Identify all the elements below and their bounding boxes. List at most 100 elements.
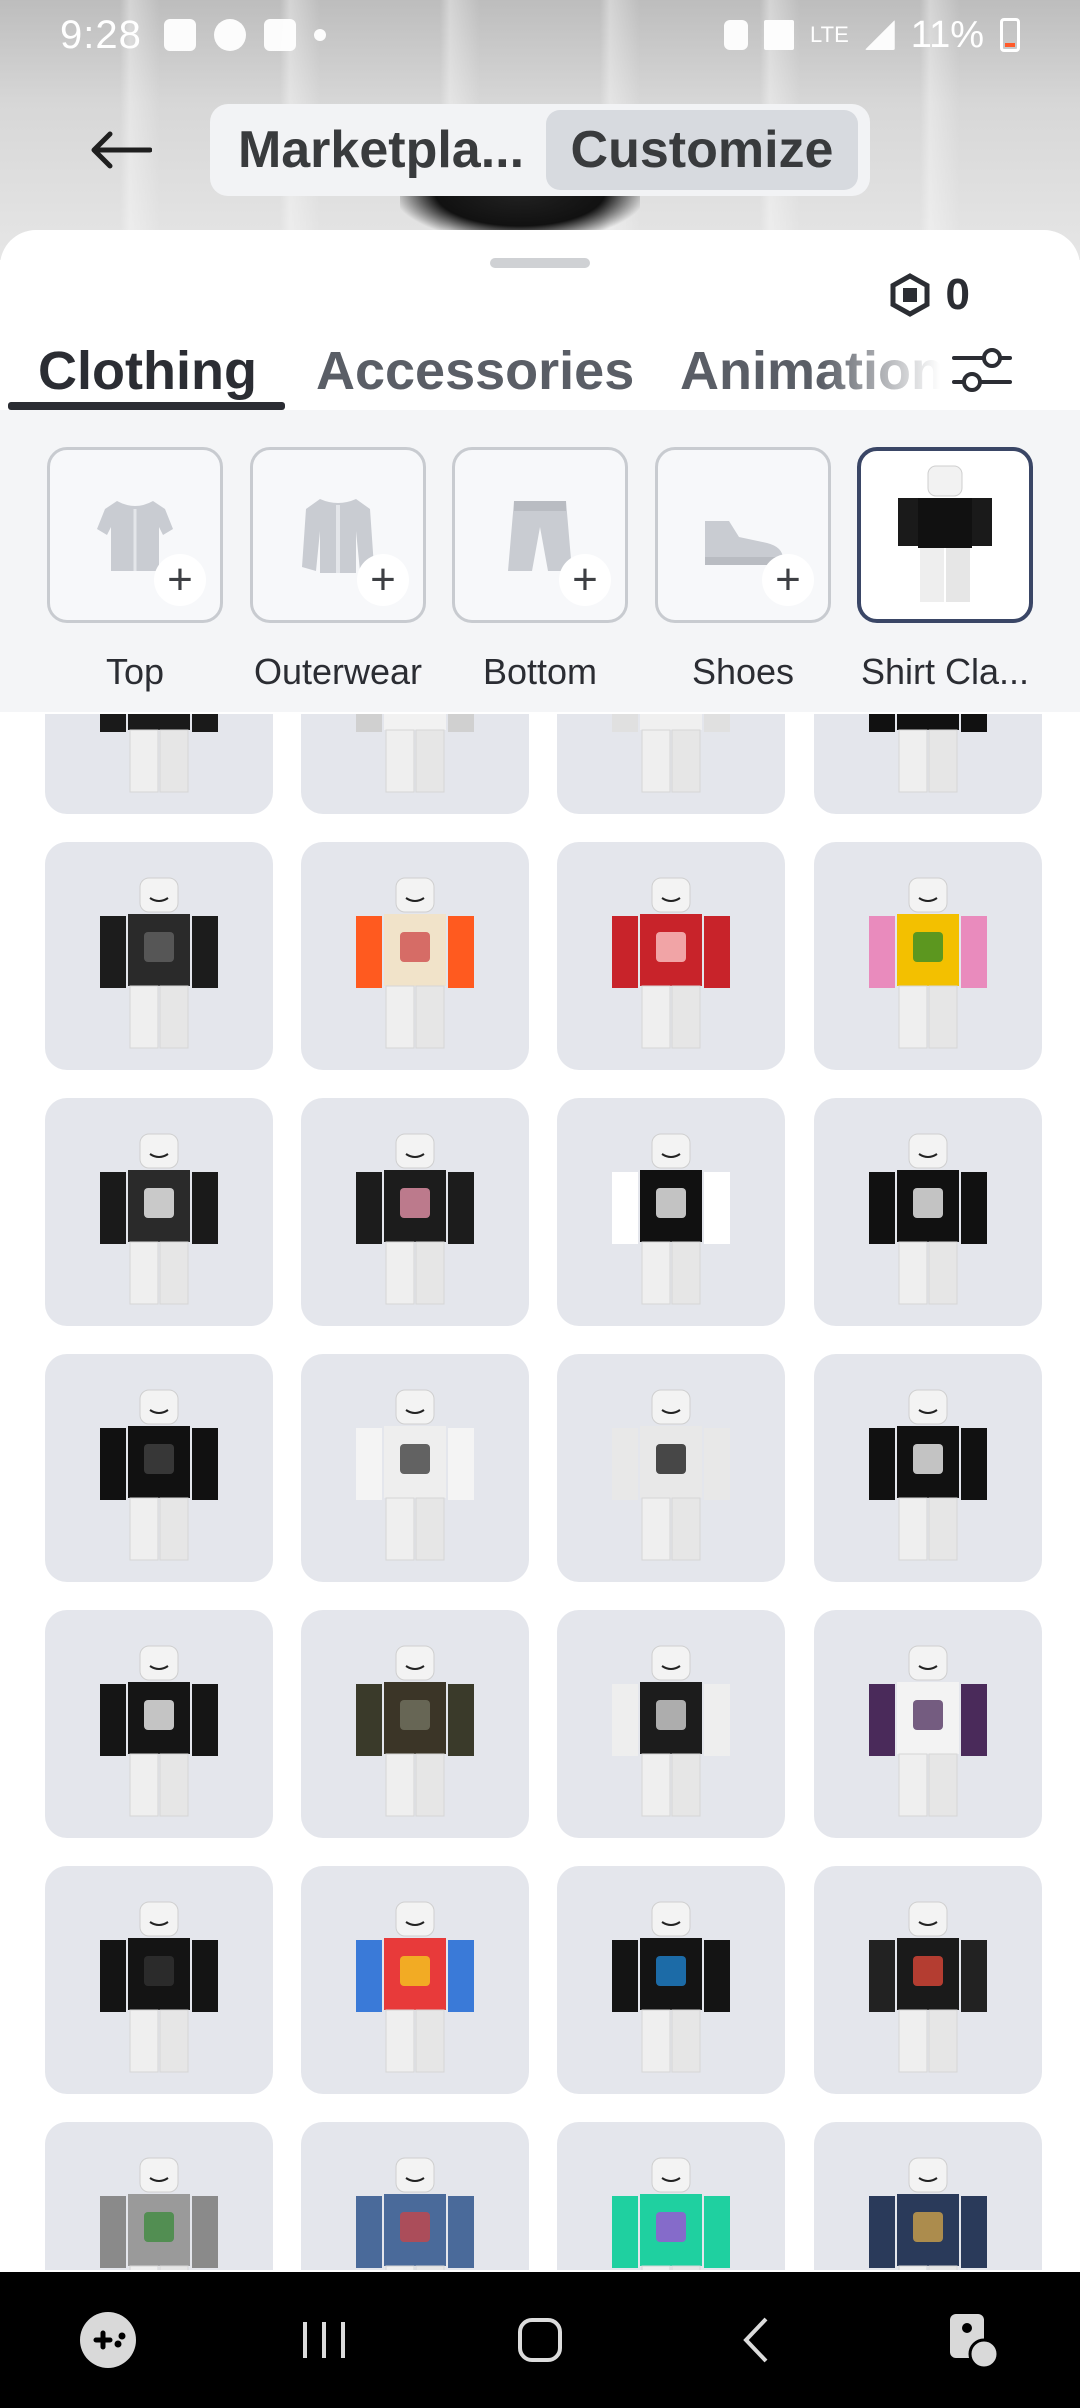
subcategory-label: Shoes: [691, 651, 795, 692]
avatar-preview: [612, 1645, 730, 1817]
avatar-preview: [356, 714, 474, 793]
subcategory-bottom[interactable]: + Bottom: [452, 447, 628, 693]
subcategory-outerwear-box: +: [250, 447, 426, 623]
gamepad-button[interactable]: [48, 2290, 168, 2390]
status-time: 9:28: [60, 12, 142, 57]
avatar-preview: [612, 1389, 730, 1561]
subcategory-shirt-classic-box: [857, 447, 1033, 623]
subcategory-shoes-box: +: [655, 447, 831, 623]
clothing-item-tile[interactable]: [814, 1610, 1042, 1838]
back-nav-button[interactable]: [696, 2290, 816, 2390]
filter-button[interactable]: [940, 334, 1024, 406]
clothing-item-tile[interactable]: [814, 1354, 1042, 1582]
recent-apps-button[interactable]: [264, 2290, 384, 2390]
clothing-item-tile[interactable]: [301, 842, 529, 1070]
clothing-item-tile[interactable]: [814, 2122, 1042, 2270]
clothing-item-tile[interactable]: [301, 1098, 529, 1326]
clothing-item-tile[interactable]: [45, 2122, 273, 2270]
system-nav-bar: [0, 2272, 1080, 2408]
subcategory-label: Bottom: [482, 651, 598, 692]
clothing-item-tile[interactable]: [45, 1866, 273, 2094]
clothing-item-tile[interactable]: [557, 1866, 785, 2094]
alert-icon: [263, 19, 296, 51]
home-button[interactable]: [480, 2290, 600, 2390]
avatar-preview: [869, 1389, 987, 1561]
subcategory-outerwear[interactable]: + Outerwear: [250, 447, 426, 693]
mode-segmented-control: Marketpla... Customize: [210, 104, 870, 196]
avatar-preview: [100, 1133, 218, 1305]
status-bar: 9:28 LTE 11%: [0, 0, 1080, 70]
avatar-preview: [100, 2157, 218, 2270]
clothing-item-tile[interactable]: [45, 1354, 273, 1582]
sliders-filter-icon: [952, 348, 1012, 392]
clothing-item-tile[interactable]: [557, 1354, 785, 1582]
tab-accessories[interactable]: Accessories: [316, 340, 634, 402]
clothing-item-tile[interactable]: [814, 1098, 1042, 1326]
avatar-preview: [356, 1389, 474, 1561]
tab-clothing[interactable]: Clothing: [38, 340, 257, 402]
avatar-preview: [612, 877, 730, 1049]
network-type: LTE: [810, 22, 849, 47]
customize-sheet: 0 Clothing Accessories Animation + Top +…: [0, 230, 1080, 2270]
clothing-item-tile[interactable]: [301, 1866, 529, 2094]
back-icon: [743, 2317, 768, 2363]
avatar-preview: [100, 1645, 218, 1817]
tab-customize[interactable]: Customize: [546, 110, 858, 190]
nfc-icon: [724, 20, 749, 50]
avatar-preview: [869, 1901, 987, 2073]
clothing-item-tile[interactable]: [45, 1098, 273, 1326]
clothing-item-tile[interactable]: [557, 714, 785, 814]
mute-icon: [764, 20, 795, 50]
clothing-item-tile[interactable]: [45, 714, 273, 814]
clothing-item-tile[interactable]: [301, 1610, 529, 1838]
subcategory-bottom-box: +: [452, 447, 628, 623]
accessibility-button[interactable]: [912, 2290, 1032, 2390]
clothing-item-tile[interactable]: [45, 842, 273, 1070]
tab-marketplace[interactable]: Marketpla...: [216, 110, 546, 190]
subcategory-top[interactable]: + Top: [47, 447, 223, 693]
clothing-item-tile[interactable]: [814, 842, 1042, 1070]
avatar-preview: [100, 1901, 218, 2073]
clothing-item-tile[interactable]: [557, 1098, 785, 1326]
gallery-icon: [163, 19, 196, 51]
avatar-preview: [612, 1901, 730, 2073]
avatar-thumbnail: [898, 465, 992, 602]
subcategory-shoes[interactable]: + Shoes: [655, 447, 831, 693]
items-grid: [0, 714, 1080, 2270]
clothing-item-tile[interactable]: [301, 714, 529, 814]
subcategory-label: Shirt Cla...: [860, 651, 1030, 692]
subcategory-label: Top: [105, 651, 165, 692]
clothing-item-tile[interactable]: [557, 1610, 785, 1838]
add-icon[interactable]: +: [762, 554, 814, 606]
avatar-preview: [869, 714, 987, 793]
subcategory-label: Outerwear: [253, 651, 423, 692]
subcategory-shirt-classic[interactable]: Shirt Cla...: [857, 447, 1033, 693]
notification-icons: [163, 19, 326, 51]
clothing-item-tile[interactable]: [814, 714, 1042, 814]
signal-icon: [864, 20, 895, 50]
clothing-item-tile[interactable]: [301, 1354, 529, 1582]
avatar-preview: [869, 1645, 987, 1817]
avatar-preview: [100, 714, 218, 793]
add-icon[interactable]: +: [559, 554, 611, 606]
battery-percent: 11%: [910, 13, 984, 56]
avatar-preview: [869, 877, 987, 1049]
avatar-preview: [869, 1133, 987, 1305]
robux-balance[interactable]: 0: [888, 270, 970, 320]
drag-handle[interactable]: [490, 258, 590, 268]
home-icon: [518, 2318, 562, 2362]
clothing-item-tile[interactable]: [557, 2122, 785, 2270]
clothing-item-tile[interactable]: [45, 1610, 273, 1838]
clothing-item-tile[interactable]: [814, 1866, 1042, 2094]
more-notifications-dot-icon: [313, 29, 326, 41]
avatar-preview: [612, 2157, 730, 2270]
add-icon[interactable]: +: [357, 554, 409, 606]
avatar-preview: [100, 1389, 218, 1561]
avatar-preview: [356, 1901, 474, 2073]
clothing-item-tile[interactable]: [301, 2122, 529, 2270]
add-icon[interactable]: +: [154, 554, 206, 606]
status-right: LTE 11%: [724, 14, 1020, 57]
clothing-item-tile[interactable]: [557, 842, 785, 1070]
back-button[interactable]: [80, 118, 160, 182]
battery-icon: [1000, 18, 1020, 52]
